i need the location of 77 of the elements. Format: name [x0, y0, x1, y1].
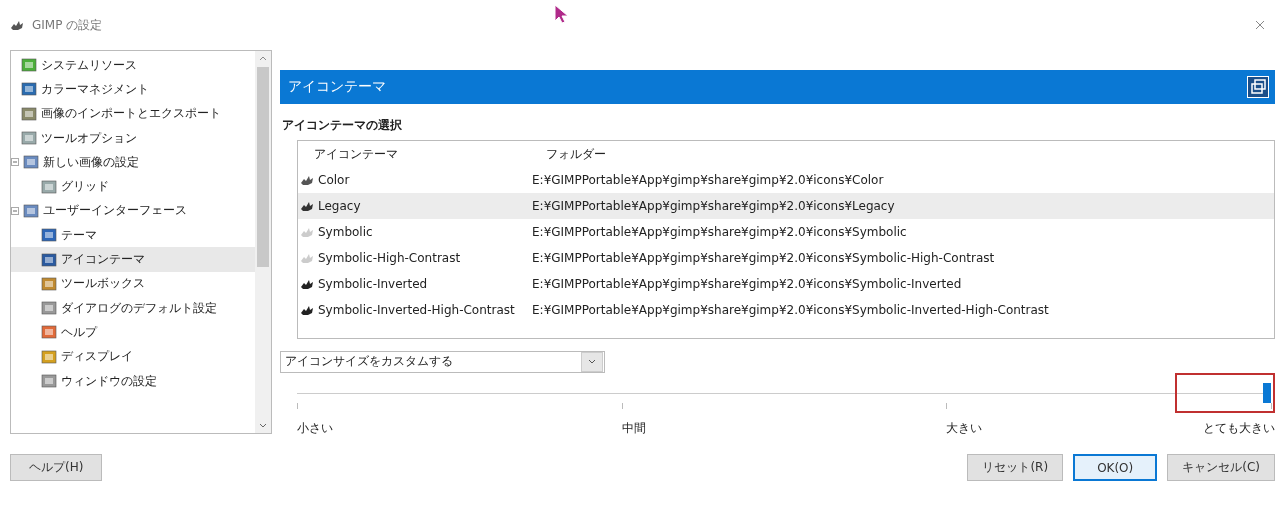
table-row[interactable]: Symbolic-High-Contrast E:¥GIMPPortable¥App¥gimp¥share¥gimp¥2.0¥icons¥Symbolic-High-Contrast — [298, 245, 1274, 272]
page-icon — [41, 325, 57, 340]
page-icon — [41, 349, 57, 364]
dialog-button[interactable]: キャンセル(C) — [1167, 454, 1275, 481]
section-label: アイコンテーマの選択 — [282, 117, 403, 135]
table-row[interactable]: Symbolic-Inverted E:¥GIMPPortable¥App¥gimp¥share¥gimp¥2.0¥icons¥Symbolic-Inverted — [298, 271, 1274, 298]
tick-label: 小さい — [297, 419, 333, 437]
sidebar-item[interactable]: グリッド — [11, 174, 255, 199]
window-title: GIMP の設定 — [32, 16, 103, 34]
bird-icon — [300, 278, 314, 291]
dialog-button[interactable]: リセット(R) — [967, 454, 1064, 481]
help-button[interactable]: ヘルプ(H) — [10, 454, 103, 481]
collapse-icon[interactable] — [11, 206, 19, 215]
table-cell-text: E:¥GIMPPortable¥App¥gimp¥share¥gimp¥2.0¥icons¥Color — [531, 173, 885, 188]
slider-thumb[interactable] — [1263, 382, 1271, 403]
page-icon — [23, 203, 39, 218]
page-title: アイコンテーマ — [288, 78, 387, 97]
sidebar-item[interactable]: システムリソース — [11, 53, 255, 78]
page-icon — [41, 252, 57, 267]
sidebar-item[interactable]: カラーマネジメント — [11, 77, 255, 102]
tick-label: 大きい — [946, 419, 983, 437]
page-icon — [41, 301, 57, 316]
bird-icon — [300, 174, 314, 187]
sidebar-item[interactable]: 画像のインポートとエクスポート — [11, 101, 255, 126]
page-icon — [21, 82, 37, 97]
page-icon — [23, 155, 39, 170]
page-icon — [41, 228, 57, 243]
sidebar-item[interactable]: 新しい画像の設定 — [11, 150, 255, 175]
dialog-button[interactable]: OK(O) — [1073, 454, 1158, 481]
table-cell: Color — [298, 173, 530, 188]
tick-label: 中間 — [621, 419, 646, 437]
table-cell-text: E:¥GIMPPortable¥App¥gimp¥share¥gimp¥2.0¥icons¥Symbolic-High-Contrast — [531, 251, 996, 266]
column-header[interactable]: フォルダー — [530, 145, 1274, 163]
table-row[interactable]: Symbolic E:¥GIMPPortable¥App¥gimp¥share¥gimp¥2.0¥icons¥Symbolic — [298, 219, 1274, 246]
table-cell: Legacy — [298, 199, 530, 214]
size-dropdown[interactable]: アイコンサイズをカスタムする — [280, 350, 605, 373]
table-cell-text: E:¥GIMPPortable¥App¥gimp¥share¥gimp¥2.0¥icons¥Symbolic — [531, 225, 908, 240]
table-cell-text: E:¥GIMPPortable¥App¥gimp¥share¥gimp¥2.0¥icons¥Symbolic-Inverted — [531, 277, 963, 292]
scroll-down-icon[interactable] — [259, 423, 267, 429]
column-header[interactable]: アイコンテーマ — [298, 145, 530, 163]
bird-icon — [300, 200, 314, 213]
table-cell: Symbolic — [298, 225, 530, 240]
scroll-thumb[interactable] — [257, 67, 269, 267]
chevron-down-icon[interactable] — [588, 359, 596, 365]
page-icon — [21, 131, 37, 146]
table-cell: Symbolic-Inverted — [298, 277, 530, 292]
table-cell-text: E:¥GIMPPortable¥App¥gimp¥share¥gimp¥2.0¥icons¥Symbolic-Inverted-High-Contrast — [531, 303, 1050, 318]
page-icon — [21, 106, 37, 121]
sidebar-item[interactable]: ヘルプ — [11, 320, 255, 345]
sidebar-item[interactable]: ツールボックス — [11, 271, 255, 296]
page-icon — [41, 276, 57, 291]
table-row[interactable]: Color E:¥GIMPPortable¥App¥gimp¥share¥gimp¥2.0¥icons¥Color — [298, 167, 1274, 194]
page-icon — [41, 374, 57, 388]
table-row[interactable]: Symbolic-Inverted-High-Contrast E:¥GIMPPortable¥App¥gimp¥share¥gimp¥2.0¥icons¥Symbolic-Inverted-High-Contrast — [298, 297, 1274, 324]
scrollbar[interactable] — [255, 51, 271, 433]
table-row[interactable]: Legacy E:¥GIMPPortable¥App¥gimp¥share¥gimp¥2.0¥icons¥Legacy — [298, 193, 1274, 220]
page-icon — [41, 179, 57, 194]
sidebar-item[interactable]: アイコンテーマ — [11, 247, 255, 272]
sidebar-item[interactable]: ツールオプション — [11, 125, 255, 151]
bird-icon — [300, 252, 314, 265]
sidebar-item[interactable]: ディスプレイ — [11, 344, 255, 369]
sidebar-item[interactable]: テーマ — [11, 223, 255, 248]
table-cell: Symbolic-High-Contrast — [298, 251, 530, 266]
collapse-icon[interactable] — [11, 158, 19, 167]
bird-icon — [300, 304, 314, 317]
sidebar-item[interactable]: ユーザーインターフェース — [11, 198, 255, 224]
windows-icon — [1247, 76, 1269, 99]
tick-label: とても大きい — [1203, 419, 1275, 437]
page-icon — [21, 58, 37, 73]
table-cell: Symbolic-Inverted-High-Contrast — [298, 303, 530, 318]
close-icon[interactable] — [1255, 20, 1265, 30]
sidebar-item[interactable]: ウィンドウの設定 — [11, 368, 255, 394]
bird-icon — [300, 226, 314, 239]
table-cell-text: E:¥GIMPPortable¥App¥gimp¥share¥gimp¥2.0¥icons¥Legacy — [531, 199, 896, 214]
sidebar-item[interactable]: ダイアログのデフォルト設定 — [11, 295, 255, 321]
mouse-pointer-icon — [553, 4, 569, 24]
scroll-up-icon[interactable] — [259, 55, 267, 61]
